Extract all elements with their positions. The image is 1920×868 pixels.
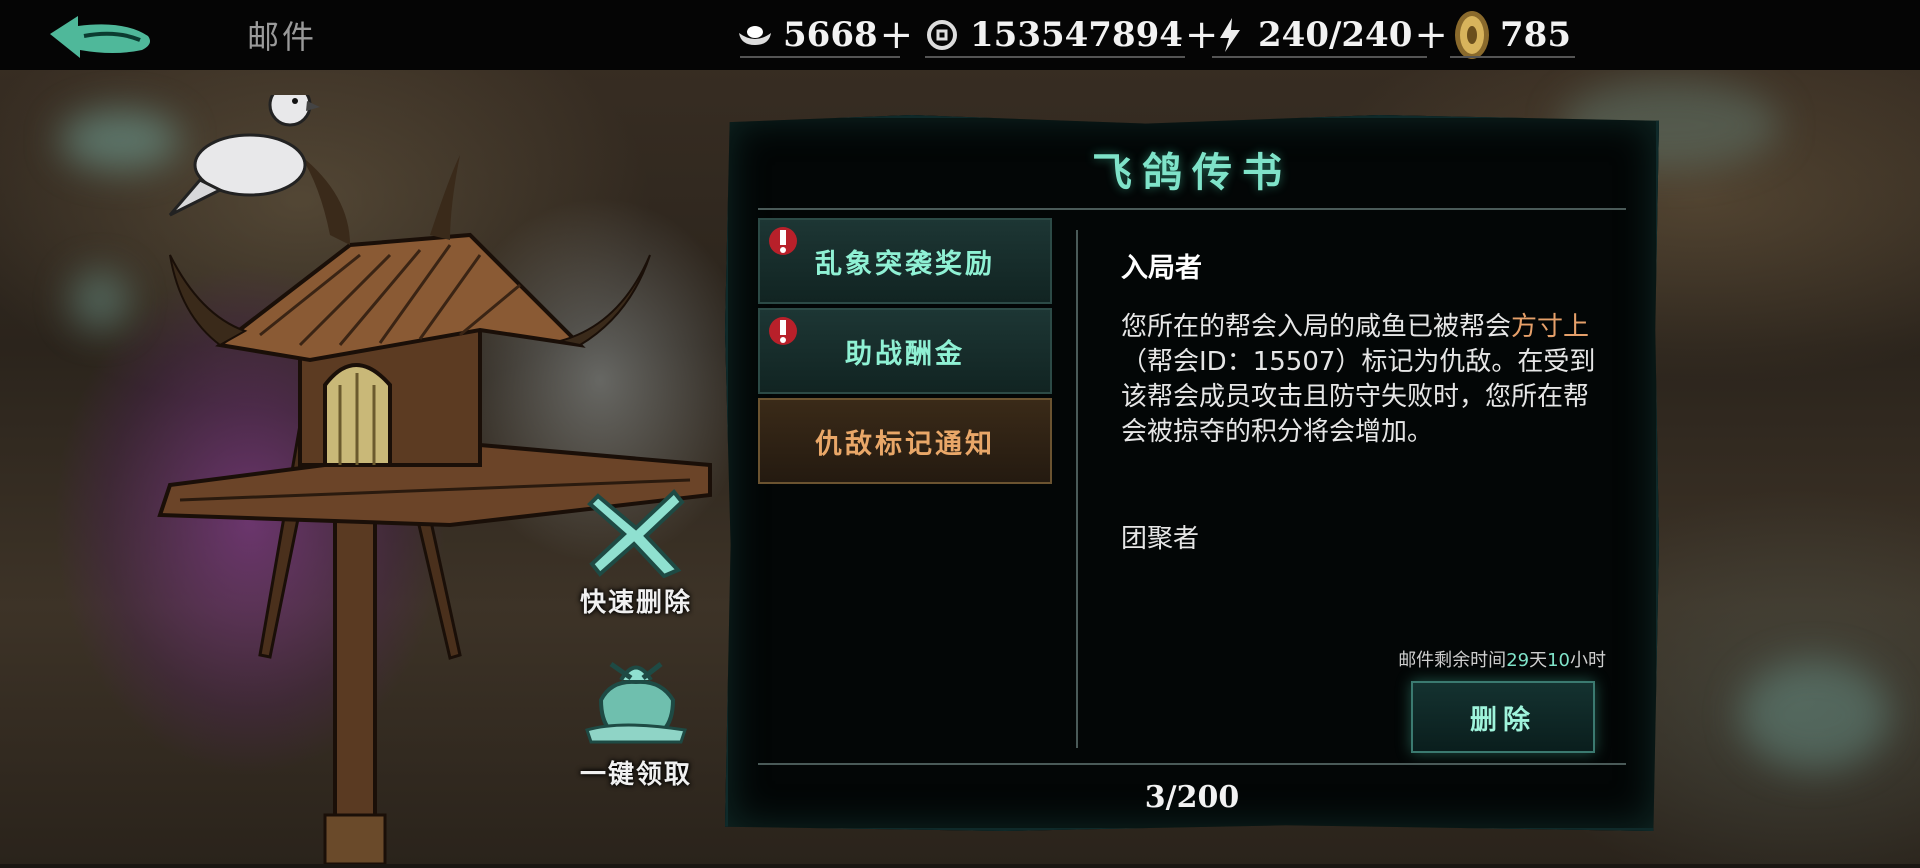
gold-value: 785	[1500, 15, 1571, 55]
mail-item-assist-reward[interactable]: 助战酬金	[758, 308, 1052, 394]
cross-icon	[587, 489, 685, 579]
expire-hour-unit: 小时	[1570, 650, 1606, 671]
resource-underline	[1450, 56, 1575, 58]
claim-all-button[interactable]: 一键领取	[566, 650, 706, 791]
resource-coin: 153547894 +	[922, 10, 1218, 60]
alert-icon	[769, 317, 797, 345]
expire-hours: 10	[1547, 650, 1570, 671]
mail-panel: 飞鸽传书 乱象突袭奖励 助战酬金 仇敌标记通知 入局者 您所在的帮会入局的咸鱼已…	[725, 115, 1659, 831]
resource-underline	[740, 56, 900, 58]
mail-item-label: 助战酬金	[845, 338, 965, 370]
expire-days: 29	[1506, 650, 1530, 671]
quick-delete-label: 快速删除	[579, 588, 692, 618]
coin-icon	[922, 15, 962, 55]
quick-delete-button[interactable]: 快速删除	[566, 488, 706, 619]
mail-item-enemy-notice[interactable]: 仇敌标记通知	[758, 398, 1052, 484]
divider	[758, 208, 1626, 210]
guild-name-link: 方寸上	[1511, 312, 1590, 342]
mail-signature: 团聚者	[1121, 524, 1200, 554]
add-silver-button[interactable]: +	[880, 12, 914, 58]
alert-icon	[769, 227, 797, 255]
mail-item-label: 乱象突袭奖励	[815, 248, 995, 280]
bundle-icon	[585, 661, 687, 744]
page-title: 邮件	[247, 18, 318, 56]
background-decor	[70, 270, 130, 330]
silver-ingot-icon	[735, 15, 775, 55]
expire-label: 邮件剩余时间	[1398, 650, 1507, 671]
mail-item-raid-reward[interactable]: 乱象突袭奖励	[758, 218, 1052, 304]
expire-day-unit: 天	[1529, 650, 1548, 671]
mail-body: 您所在的帮会入局的咸鱼已被帮会方寸上 （帮会ID：15507）标记为仇敌。在受到该…	[1121, 310, 1601, 450]
panel-title: 飞鸽传书	[1092, 149, 1292, 196]
delete-button[interactable]: 删除	[1411, 681, 1595, 753]
mail-count: 3/200	[1144, 780, 1240, 815]
gold-coin-icon	[1448, 7, 1496, 63]
add-energy-button[interactable]: +	[1414, 12, 1448, 58]
resource-gold: 785	[1448, 10, 1571, 60]
resource-underline	[925, 56, 1185, 58]
claim-all-label: 一键领取	[579, 760, 692, 790]
coin-value: 153547894	[970, 15, 1183, 55]
top-bar: 邮件 5668 + 153547894 + 240/240 + 785	[0, 0, 1920, 70]
resource-underline	[1212, 56, 1427, 58]
expire-time: 邮件剩余时间29天10小时	[1398, 646, 1606, 672]
mail-body-text: （帮会ID：15507）标记为仇敌。在受到该帮会成员攻击且防守失败时，您所在帮会…	[1121, 347, 1596, 447]
back-arrow-icon	[50, 16, 150, 58]
mail-item-label: 仇敌标记通知	[815, 428, 995, 460]
mail-sender: 入局者	[1121, 253, 1202, 284]
silver-value: 5668	[783, 15, 878, 55]
divider	[1076, 230, 1078, 748]
resource-silver: 5668 +	[735, 10, 913, 60]
resource-energy: 240/240 +	[1210, 10, 1448, 60]
divider	[758, 763, 1626, 765]
back-button[interactable]	[44, 10, 156, 60]
mail-body-text: 您所在的帮会入局的咸鱼已被帮会	[1121, 312, 1512, 342]
background-decor	[1740, 660, 1890, 770]
lightning-icon	[1210, 15, 1250, 55]
energy-value: 240/240	[1258, 15, 1413, 55]
